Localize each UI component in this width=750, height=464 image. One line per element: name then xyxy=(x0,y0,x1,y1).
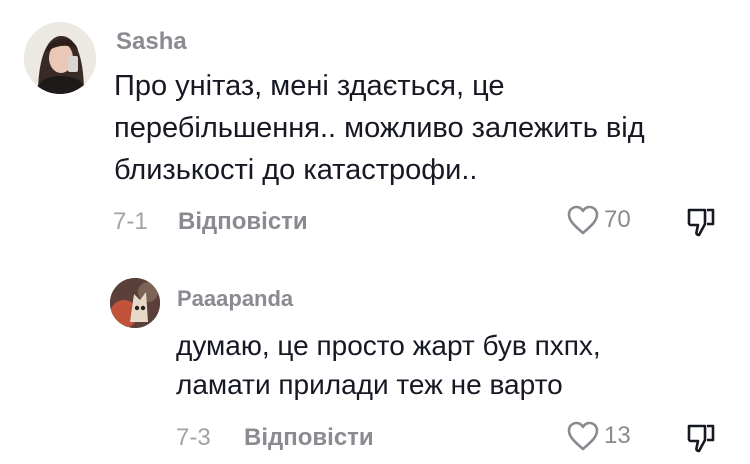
dislike-button[interactable] xyxy=(686,206,716,238)
comment-text-line: близькості до катастрофи.. xyxy=(114,153,478,186)
thumbs-down-icon xyxy=(687,424,715,453)
like-count: 70 xyxy=(604,206,631,233)
comment-text-line: перебільшення.. можливо залежить від xyxy=(114,111,645,144)
comment-text: думаю, це просто жарт був пхпх, ламати п… xyxy=(176,326,601,404)
heart-icon xyxy=(567,205,599,235)
comment-text-line: Про унітаз, мені здається, це xyxy=(114,70,505,102)
thumbs-down-icon xyxy=(687,208,715,237)
comment-item: Sasha Про унітаз, мені здається, це пере… xyxy=(0,0,750,250)
heart-icon xyxy=(567,421,599,451)
user-photo-avatar-icon xyxy=(24,22,96,94)
reply-button[interactable]: Відповісти xyxy=(244,424,374,452)
comment-author[interactable]: Sasha xyxy=(116,28,187,56)
comment-text-line: ламати прилади теж не варто xyxy=(176,369,563,401)
avatar[interactable] xyxy=(110,278,160,328)
reply-item: Paaapanda думаю, це просто жарт був пхпх… xyxy=(0,260,750,464)
comment-text: Про унітаз, мені здається, це перебільше… xyxy=(114,66,645,191)
avatar[interactable] xyxy=(24,22,96,94)
comment-date: 7-1 xyxy=(113,208,148,235)
comment-date: 7-3 xyxy=(176,424,211,451)
like-button[interactable]: 13 xyxy=(566,420,631,452)
dislike-button[interactable] xyxy=(686,422,716,454)
like-count: 13 xyxy=(604,422,631,449)
comment-text-line: думаю, це просто жарт був пхпх, xyxy=(176,330,601,361)
like-button[interactable]: 70 xyxy=(566,204,631,236)
comment-author[interactable]: Paaapanda xyxy=(177,286,293,312)
cat-photo-avatar-icon xyxy=(110,278,160,328)
reply-button[interactable]: Відповісти xyxy=(178,208,308,236)
